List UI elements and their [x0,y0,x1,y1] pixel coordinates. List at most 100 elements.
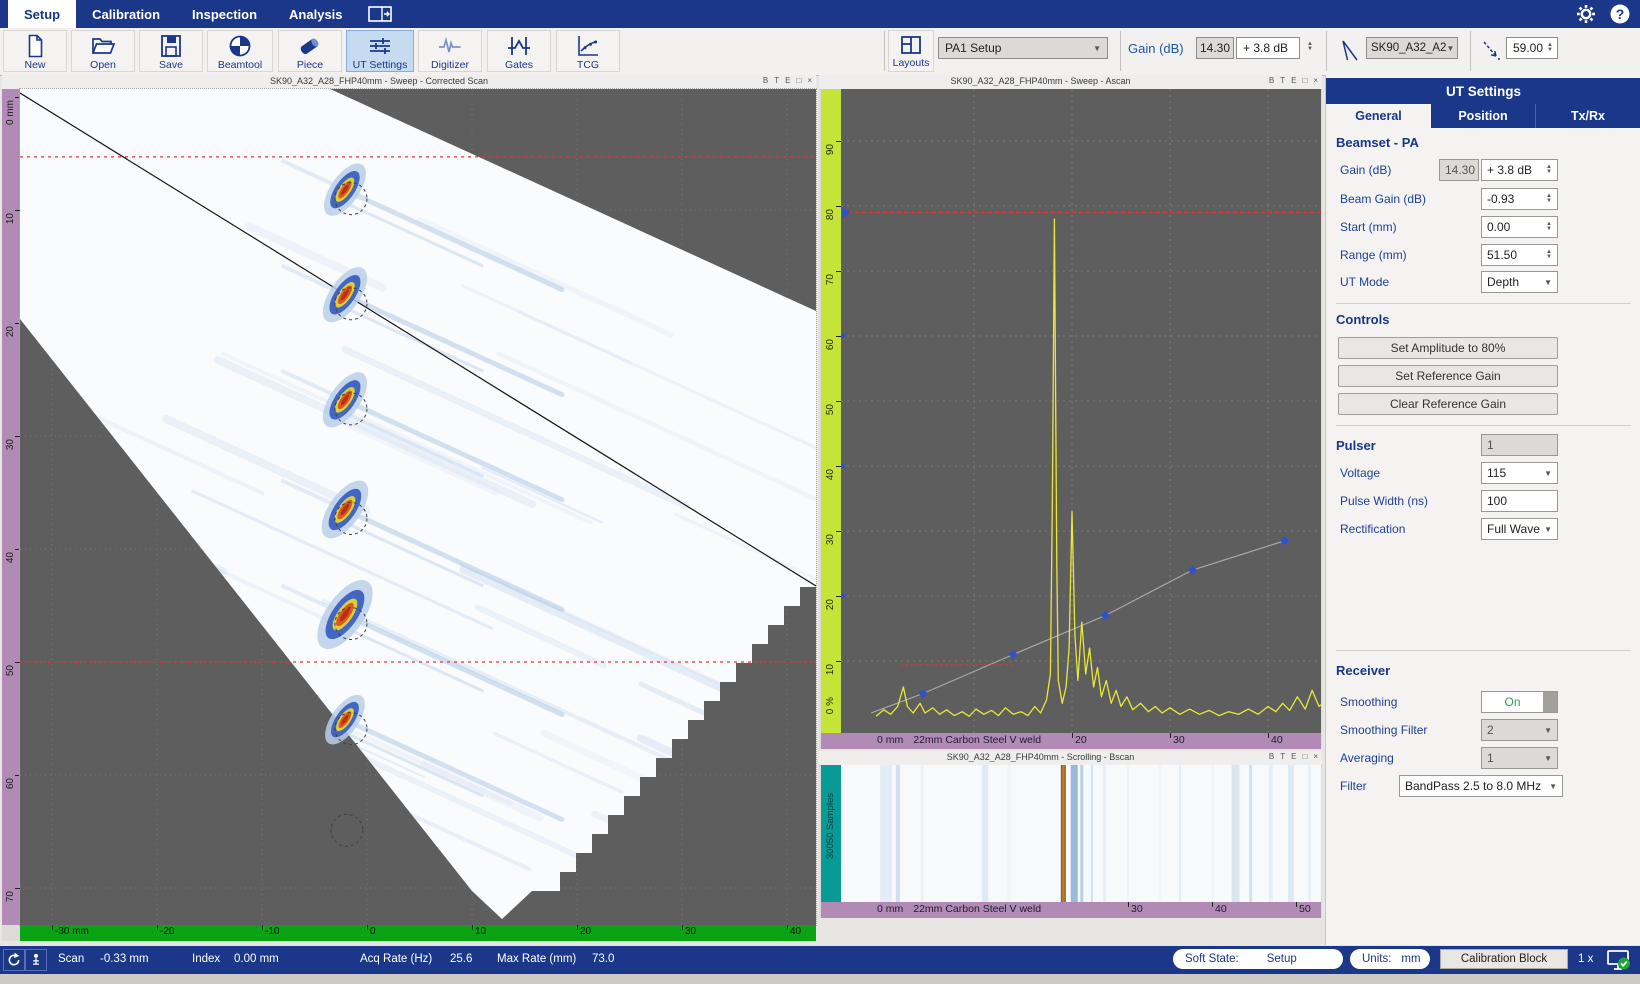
hardware-status-icon[interactable] [1606,948,1632,972]
window-close-button[interactable]: × [1313,752,1318,761]
tab-position[interactable]: Position [1431,104,1536,128]
smoothing-filter-select[interactable]: 2▼ [1481,719,1558,741]
corrected-scan-canvas[interactable] [20,89,816,925]
ruler-tick-label: 40 [825,469,836,480]
clear-reference-gain-button[interactable]: Clear Reference Gain [1338,393,1558,415]
toolbar-label: New [24,59,45,71]
voltage-select[interactable]: 115▼ [1481,462,1558,484]
view-title: SK90_A32_A28_FHP40mm - Scrolling - Bscan [819,752,1262,762]
menu-setup[interactable]: Setup [8,0,76,28]
toolbar-button-piece[interactable]: Piece [278,30,342,72]
ascan-depth-ruler[interactable]: 0 mm 22mm Carbon Steel V weld 203040 [821,733,1321,749]
tab-tx-rx[interactable]: Tx/Rx [1536,104,1640,128]
corrected-scan-view[interactable]: SK90_A32_A28_FHP40mm - Sweep - Corrected… [2,75,816,941]
range-field[interactable]: 51.50▲▼ [1481,244,1558,266]
window-maximize-button[interactable]: □ [1302,752,1307,761]
chevron-down-icon: ▼ [1446,44,1454,53]
view-titlebar[interactable]: SK90_A32_A28_FHP40mm - Sweep - Ascan B T… [819,75,1322,90]
gear-icon[interactable] [1574,2,1598,26]
menu-analysis[interactable]: Analysis [273,0,358,28]
toolbar-label: TCG [577,59,599,71]
probe-selector[interactable]: SK90_A32_A2 ▼ [1366,37,1458,59]
ruler-tick-label: -10 [265,926,279,937]
help-icon[interactable]: ? [1608,2,1632,26]
toolbar-button-save[interactable]: Save [139,30,203,72]
pulse-width-field[interactable]: 100 [1481,490,1558,512]
start-field[interactable]: 0.00▲▼ [1481,216,1558,238]
toolbar-button-open[interactable]: Open [71,30,135,72]
layouts-button[interactable]: Layouts [888,30,934,72]
window-button-b[interactable]: B [1269,76,1274,85]
window-close-button[interactable]: × [1313,76,1318,85]
ascan-amplitude-ruler[interactable]: 9080706050403020100 % [821,89,841,733]
spinner[interactable]: ▲▼ [1546,165,1552,175]
ascan-canvas[interactable] [841,89,1321,733]
encoder-status-icon[interactable] [25,949,47,971]
reset-button[interactable] [3,949,25,971]
layout-preset-value: PA1 Setup [945,41,1001,55]
window-button-b[interactable]: B [1269,752,1274,761]
set-amplitude-button[interactable]: Set Amplitude to 80% [1338,337,1558,359]
scan-depth-ruler[interactable]: 0 mm10203040506070 [2,89,20,925]
window-button-b[interactable]: B [763,76,768,85]
beam-gain-field[interactable]: -0.93▲▼ [1481,188,1558,210]
window-button-t[interactable]: T [774,76,779,85]
ascan-view[interactable]: SK90_A32_A28_FHP40mm - Sweep - Ascan B T… [819,75,1322,749]
index-value: 0.00 mm [234,953,279,965]
ruler-tick [787,925,788,930]
toolbar-button-gates[interactable]: Gates [487,30,551,72]
window-close-button[interactable]: × [807,76,812,85]
view-titlebar[interactable]: SK90_A32_A28_FHP40mm - Scrolling - Bscan… [819,751,1322,766]
window-maximize-button[interactable]: □ [796,76,801,85]
gain-offset-field[interactable]: + 3.8 dB▲▼ [1481,159,1558,181]
spinner[interactable]: ▲▼ [1546,194,1552,204]
filter-select[interactable]: BandPass 2.5 to 8.0 MHz▼ [1399,775,1563,797]
window-button-t[interactable]: T [1280,76,1285,85]
set-reference-gain-button[interactable]: Set Reference Gain [1338,365,1558,387]
calibration-block-button[interactable]: Calibration Block [1440,949,1568,969]
window-button-e[interactable]: E [1291,76,1296,85]
window-button-t[interactable]: T [1280,752,1285,761]
gain-offset-field[interactable]: + 3.8 dB [1236,37,1300,59]
ruler-tick-label: 80 [825,209,836,220]
window-button-e[interactable]: E [1291,752,1296,761]
bscan-samples-ruler[interactable]: 30050 Samples [821,765,841,902]
ruler-tick-label: -30 mm [55,926,89,937]
window-button-e[interactable]: E [785,76,790,85]
window-maximize-button[interactable]: □ [1302,76,1307,85]
ut-mode-select[interactable]: Depth▼ [1481,271,1558,293]
tab-general[interactable]: General [1326,104,1431,128]
bscan-canvas[interactable] [841,765,1321,902]
new-document-icon [23,33,47,59]
toolbar-button-ut-settings[interactable]: UT Settings [346,30,414,72]
menu-inspection[interactable]: Inspection [176,0,273,28]
range-label: Range (mm) [1340,248,1407,262]
smoothing-toggle[interactable]: On [1481,691,1558,713]
layout-preset-select[interactable]: PA1 Setup ▼ [938,37,1108,59]
ruler-tick-label: 0 [370,926,376,937]
gain-spinner[interactable]: ▲▼ [1307,42,1313,52]
toolbar-button-tcg[interactable]: TCG [556,30,620,72]
toggle-handle[interactable] [1543,692,1557,712]
smoothing-filter-label: Smoothing Filter [1340,723,1427,737]
spinner[interactable]: ▲▼ [1546,222,1552,232]
scan-position-ruler[interactable]: -30 mm-20-10010203040 [20,925,816,941]
angle-value: 59.00 [1513,41,1543,55]
undock-panel-icon[interactable] [365,0,395,28]
menu-calibration[interactable]: Calibration [76,0,176,28]
view-title: SK90_A32_A28_FHP40mm - Sweep - Corrected… [2,76,756,86]
rectification-select[interactable]: Full Wave▼ [1481,518,1558,540]
spinner[interactable]: ▲▼ [1546,250,1552,260]
toolbar-button-digitizer[interactable]: Digitizer [418,30,482,72]
angle-spinner[interactable]: ▲▼ [1547,43,1553,53]
view-titlebar[interactable]: SK90_A32_A28_FHP40mm - Sweep - Corrected… [2,75,816,90]
toolbar-button-new[interactable]: New [3,30,67,72]
bscan-position-ruler[interactable]: 0 mm 22mm Carbon Steel V weld 304050 [821,902,1321,918]
averaging-select[interactable]: 1▼ [1481,747,1558,769]
bscan-view[interactable]: SK90_A32_A28_FHP40mm - Scrolling - Bscan… [819,751,1322,918]
chevron-down-icon: ▼ [1549,782,1557,791]
angle-field[interactable]: 59.00 ▲▼ [1506,37,1558,59]
gain-offset-value: + 3.8 dB [1243,41,1288,55]
toolbar-button-beamtool[interactable]: Beamtool [207,30,273,72]
gates-icon [506,33,532,59]
